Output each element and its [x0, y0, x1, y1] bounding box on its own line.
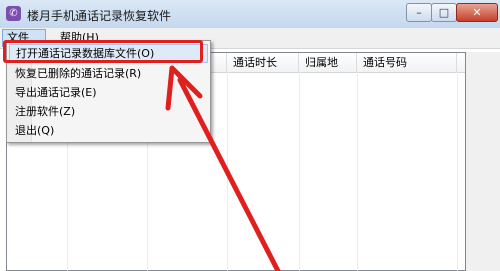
grid-line [457, 72, 458, 271]
window-side-area [466, 52, 500, 271]
menu-item-recover-deleted[interactable]: 恢复已删除的通话记录(R) [9, 64, 208, 83]
grid-line [299, 72, 300, 271]
highlight-box [3, 40, 203, 63]
title-bar: ✆ 楼月手机通话记录恢复软件 – □ ✕ [0, 0, 500, 29]
grid-line [357, 72, 358, 271]
close-button[interactable]: ✕ [456, 3, 498, 22]
phone-app-icon: ✆ [6, 6, 21, 21]
maximize-button[interactable]: □ [431, 3, 457, 22]
column-header-duration[interactable]: 通话时长 [227, 53, 299, 72]
menu-item-register[interactable]: 注册软件(Z) [9, 102, 208, 121]
window-title: 楼月手机通话记录恢复软件 [27, 9, 172, 23]
menu-item-exit[interactable]: 退出(Q) [9, 121, 208, 140]
main-window: ✆ 楼月手机通话记录恢复软件 – □ ✕ 文件(F) 帮助(H) 通话时长 归属… [0, 0, 500, 271]
grid-line [227, 72, 228, 271]
menu-item-export[interactable]: 导出通话记录(E) [9, 83, 208, 102]
minimize-button[interactable]: – [406, 3, 432, 22]
column-header-number[interactable]: 通话号码 [357, 53, 457, 72]
column-header-location[interactable]: 归属地 [299, 53, 357, 72]
